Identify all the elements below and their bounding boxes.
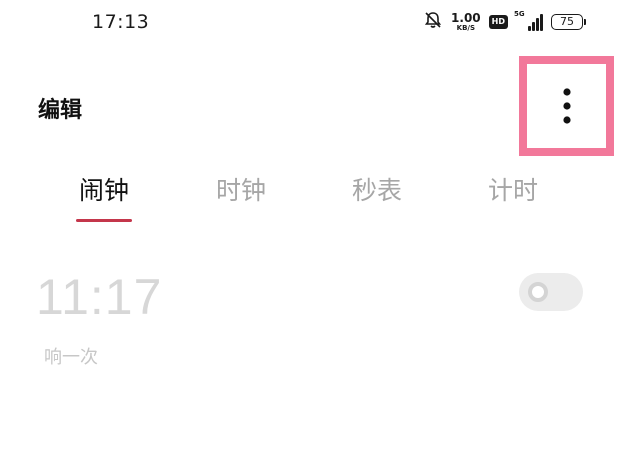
status-bar: 17:13 1.00 KB/S HD 5G 75 [0, 0, 630, 46]
alarm-time[interactable]: 11:17 [36, 268, 162, 326]
tab-clock[interactable]: 时钟 [181, 171, 301, 229]
net-speed: 1.00 KB/S [451, 12, 481, 32]
more-vertical-icon [561, 86, 573, 126]
net-speed-value: 1.00 [451, 11, 481, 25]
net-speed-unit: KB/S [456, 24, 476, 32]
status-time: 17:13 [92, 11, 150, 33]
hd-badge: HD [488, 15, 508, 29]
status-icons: 1.00 KB/S HD 5G 75 [423, 10, 586, 34]
edit-title[interactable]: 编辑 [38, 92, 82, 124]
tab-bar: 闹钟 时钟 秒表 计时 [0, 165, 630, 225]
more-options-button[interactable] [519, 56, 614, 156]
battery-icon: 75 [551, 14, 586, 30]
battery-level: 75 [551, 14, 583, 30]
alarm-toggle[interactable] [519, 273, 583, 311]
bell-off-icon [423, 10, 443, 34]
tab-timer[interactable]: 计时 [453, 171, 573, 229]
tab-indicator [76, 219, 132, 222]
tab-stopwatch[interactable]: 秒表 [317, 171, 437, 229]
alarm-repeat: 响一次 [44, 347, 98, 368]
signal-icon: 5G [514, 10, 543, 31]
toggle-knob [528, 282, 548, 302]
network-gen: 5G [514, 10, 525, 18]
